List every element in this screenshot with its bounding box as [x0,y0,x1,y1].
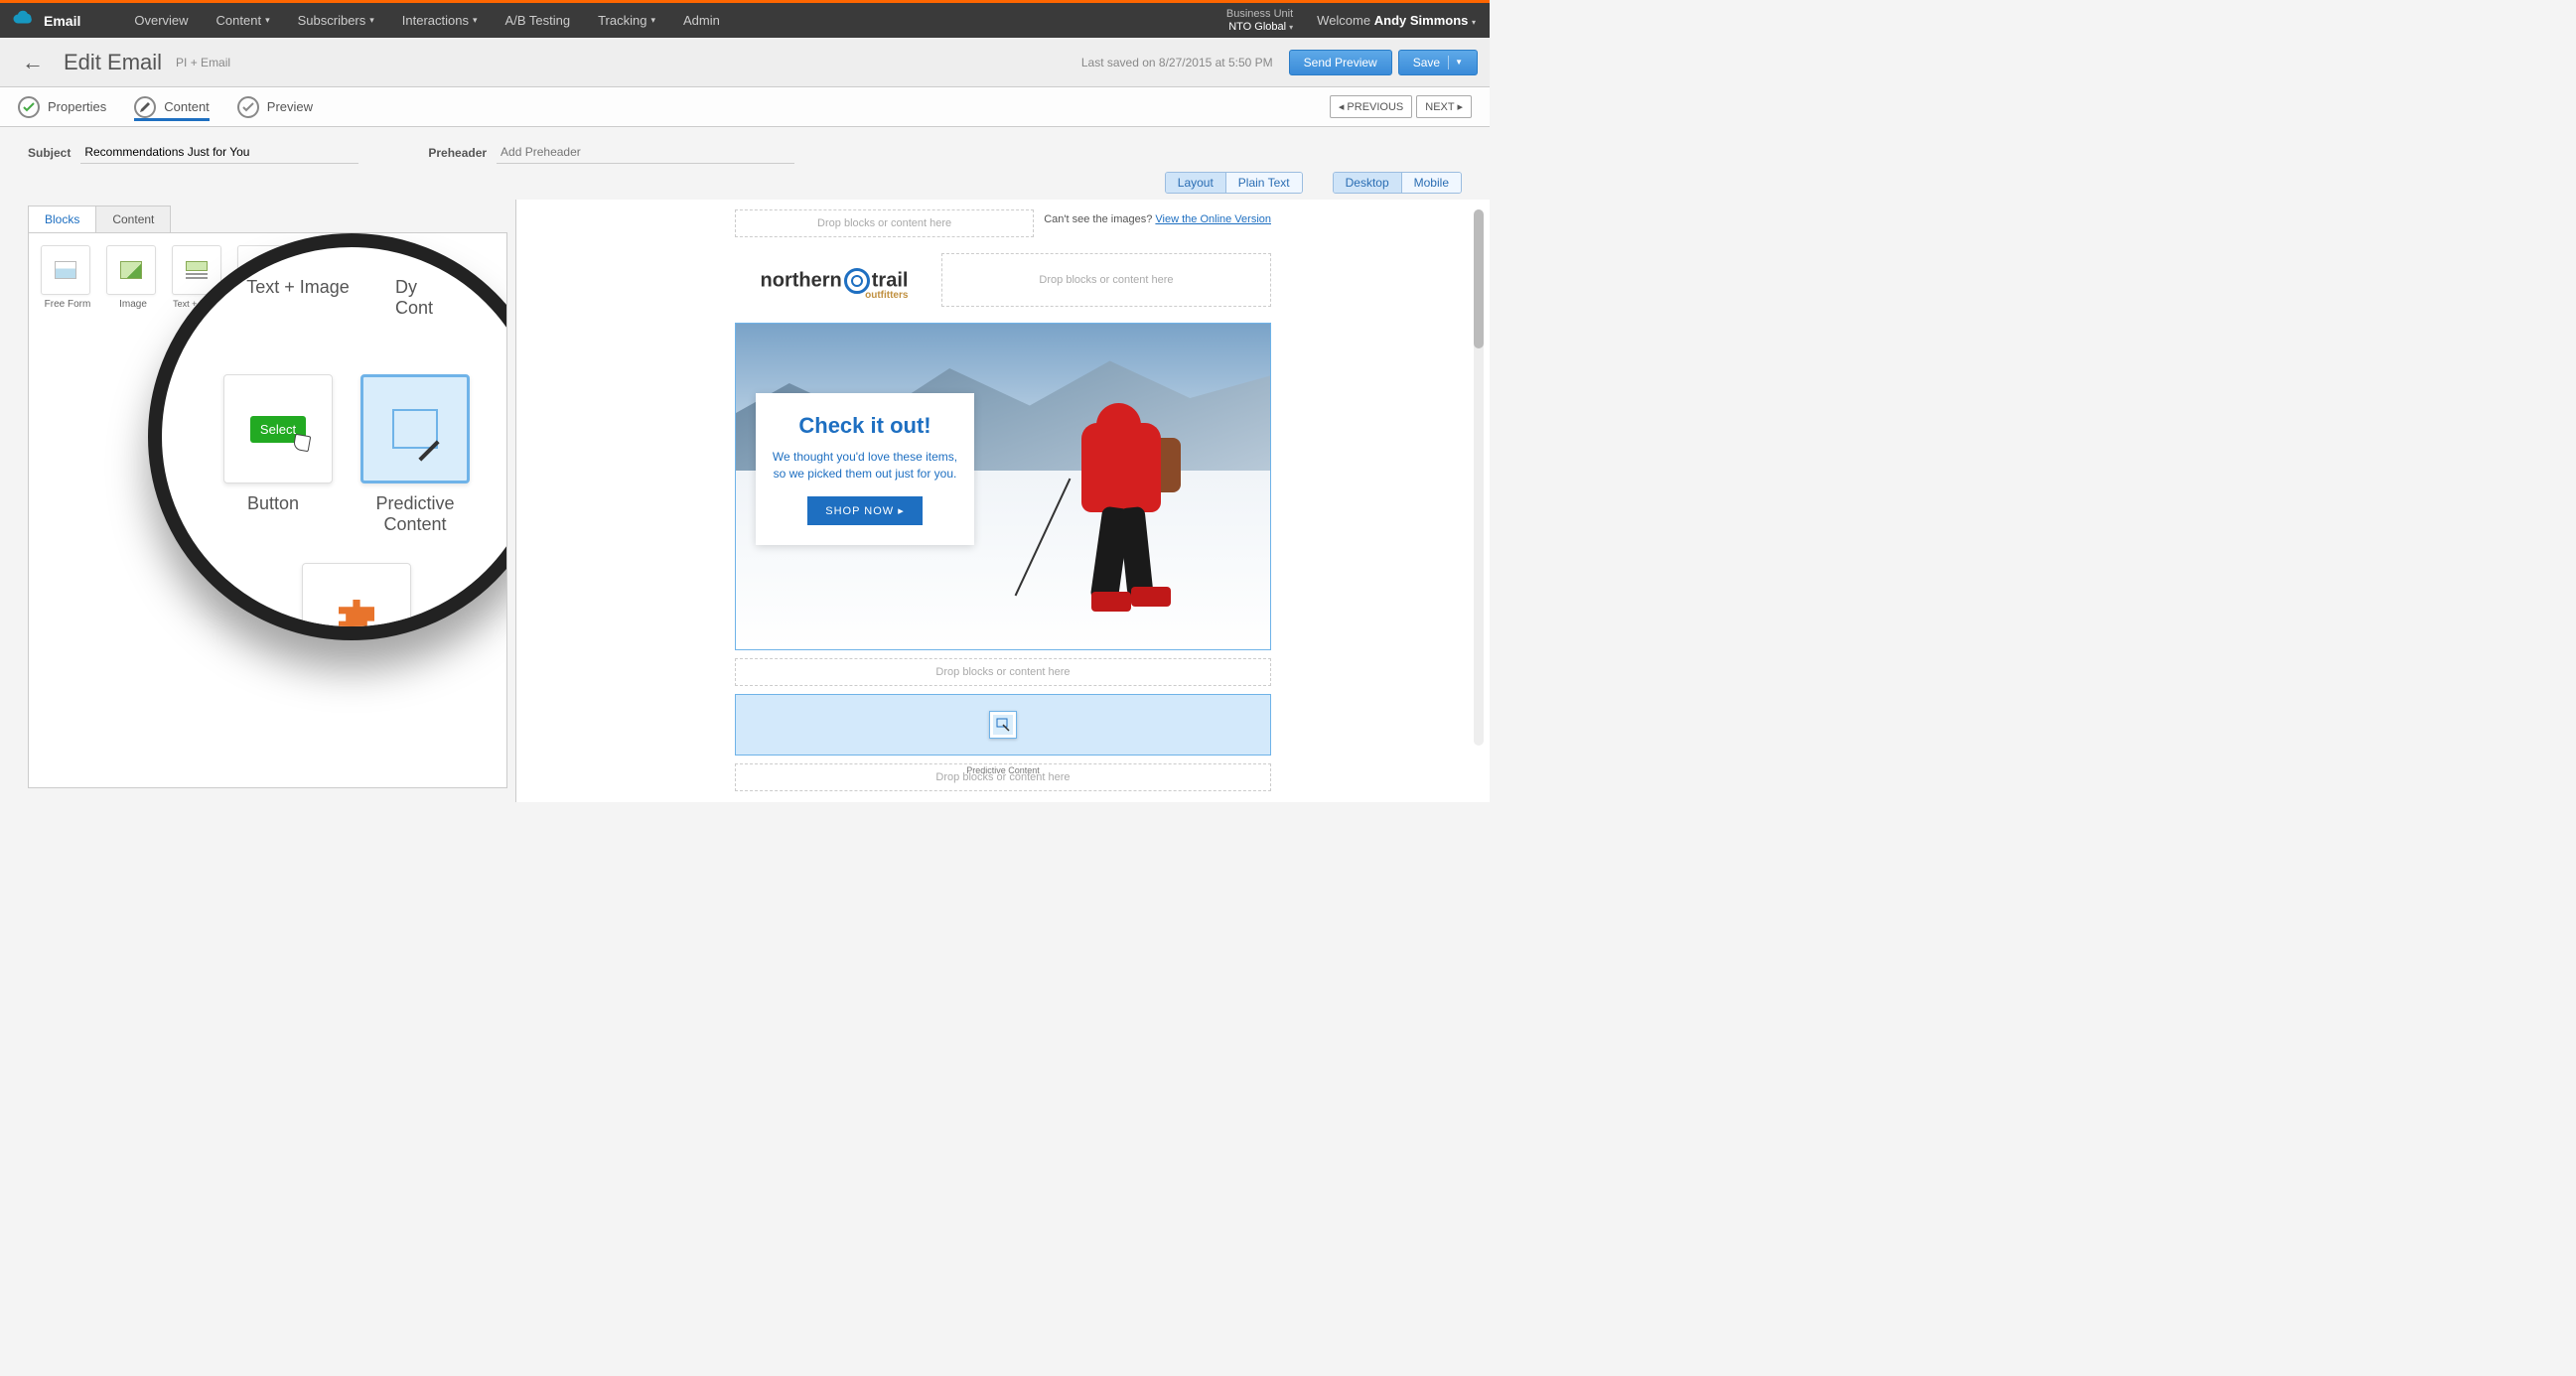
mag-block-predictive-content[interactable]: Predictive Content [351,374,480,535]
logo: northerntrail outfitters [735,253,933,315]
last-saved-text: Last saved on 8/27/2015 at 5:50 PM [1081,56,1273,69]
business-unit-switcher[interactable]: Business Unit NTO Global ▾ [1226,8,1303,32]
text-image-icon [186,261,208,279]
mag-block-dynamic-content[interactable]: DyCont [395,267,475,319]
check-icon [18,96,40,118]
button-icon: Select [250,416,306,443]
skier-graphic [1062,383,1211,612]
tab-content[interactable]: Content [95,206,171,232]
chevron-down-icon: ▾ [1472,18,1476,27]
view-online-link[interactable]: View the Online Version [1155,213,1271,225]
block-free-form[interactable]: Free Form [41,245,94,321]
user-menu[interactable]: Welcome Andy Simmons ▾ [1303,13,1490,28]
breadcrumb: PI + Email [176,56,230,69]
chevron-down-icon: ▾ [265,15,270,26]
nav-ab-testing[interactable]: A/B Testing [492,3,585,38]
block-image[interactable]: Image [106,245,160,321]
hero-subtext: We thought you'd love these items, so we… [770,449,960,482]
chevron-down-icon: ▾ [369,15,374,26]
drop-zone[interactable]: Drop blocks or content here [735,209,1034,237]
toggle-mobile[interactable]: Mobile [1401,173,1461,193]
nav-subscribers[interactable]: Subscribers▾ [284,3,388,38]
drop-zone-active[interactable]: Predictive Content [735,694,1271,756]
wand-icon [392,409,438,449]
view-toggle: Layout Plain Text [1165,172,1303,194]
image-icon [120,261,142,279]
send-preview-button[interactable]: Send Preview [1289,50,1392,75]
hero-headline: Check it out! [770,413,960,439]
scrollbar[interactable] [1474,209,1484,746]
drop-zone[interactable]: Drop blocks or content here [735,658,1271,686]
check-icon [237,96,259,118]
nav-admin[interactable]: Admin [669,3,734,38]
device-toggle: Desktop Mobile [1333,172,1462,194]
nav-overview[interactable]: Overview [120,3,202,38]
next-button[interactable]: NEXT ▸ [1416,95,1472,118]
step-preview[interactable]: Preview [237,96,313,118]
page-title: Edit Email [64,50,162,75]
nav-interactions[interactable]: Interactions▾ [388,3,492,38]
logo-emblem-icon [844,268,870,294]
puzzle-icon [339,600,374,635]
chevron-down-icon: ▾ [1289,23,1293,32]
toggle-plain-text[interactable]: Plain Text [1225,173,1302,193]
view-online-note: Can't see the images? View the Online Ve… [1044,209,1271,225]
subject-input[interactable] [80,141,358,164]
drop-zone[interactable]: Drop blocks or content here [941,253,1271,307]
chevron-down-icon: ▼ [1455,58,1463,67]
mag-block-button[interactable]: Select Button [223,374,323,514]
pencil-icon [134,96,156,118]
ghost-label: Predictive Content [966,766,1040,776]
mag-block-reference[interactable]: Reference [302,563,401,640]
save-button[interactable]: Save▼ [1398,50,1478,75]
chevron-down-icon: ▾ [473,15,478,26]
nav-content[interactable]: Content▾ [203,3,284,38]
step-content[interactable]: Content [134,93,210,121]
preheader-label: Preheader [428,146,487,160]
hero-block[interactable]: Check it out! We thought you'd love thes… [735,323,1271,650]
toggle-layout[interactable]: Layout [1166,173,1225,193]
previous-button[interactable]: ◂ PREVIOUS [1330,95,1412,118]
tab-blocks[interactable]: Blocks [28,206,96,232]
nav-tracking[interactable]: Tracking▾ [584,3,669,38]
back-button[interactable]: ← [12,50,54,75]
hero-cta-button[interactable]: SHOP NOW ▸ [807,496,923,525]
app-name: Email [44,13,80,29]
subject-label: Subject [28,146,71,160]
cloud-icon [0,10,44,31]
chevron-down-icon: ▾ [650,15,655,26]
predictive-content-ghost [989,711,1017,739]
scrollbar-thumb[interactable] [1474,209,1484,348]
freeform-icon [55,261,76,279]
step-properties[interactable]: Properties [18,96,106,118]
toggle-desktop[interactable]: Desktop [1334,173,1401,193]
hero-card: Check it out! We thought you'd love thes… [756,393,974,545]
preheader-input[interactable] [497,141,794,164]
mag-block-text-image[interactable]: Text + Image [228,267,367,298]
